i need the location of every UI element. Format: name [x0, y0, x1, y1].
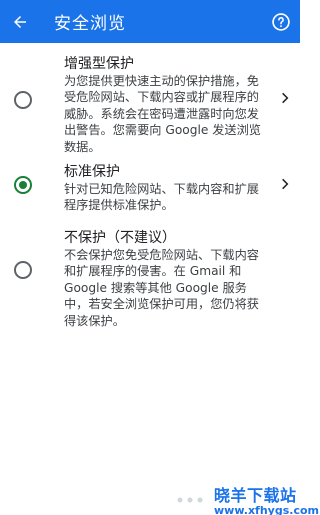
option-standard-protection[interactable]: 标准保护 针对已知危险网站、下载内容和扩展程序提供标准保护。 — [0, 160, 300, 215]
option-title: 不保护（不建议） — [64, 230, 176, 246]
option-enhanced-protection[interactable]: 增强型保护 为您提供更快速主动的保护措施，免受危险网站、下载内容或扩展程序的威胁… — [0, 52, 300, 172]
radio-standard-protection[interactable] — [14, 176, 32, 194]
help-button[interactable] — [270, 11, 292, 33]
option-no-protection[interactable]: 不保护（不建议） 不会保护您免受危险网站、下载内容和扩展程序的侵害。在 Gmai… — [0, 226, 300, 331]
arrow-left-icon — [14, 15, 26, 28]
app-bar: 安全浏览 — [0, 0, 300, 43]
option-description: 针对已知危险网站、下载内容和扩展程序提供标准保护。 — [64, 182, 259, 213]
option-description: 为您提供更快速主动的保护措施，免受危险网站、下载内容或扩展程序的威胁。系统会在密… — [64, 74, 261, 154]
radio-no-protection[interactable] — [14, 261, 32, 279]
option-title: 增强型保护 — [64, 56, 134, 72]
back-button[interactable] — [0, 0, 40, 43]
watermark-brand: 晓羊下载站 — [214, 486, 297, 505]
page-title: 安全浏览 — [54, 14, 126, 34]
dots-decoration — [177, 497, 203, 503]
watermark-url: www.xfhygs.com — [214, 504, 319, 515]
option-title: 标准保护 — [64, 164, 120, 180]
radio-enhanced-protection[interactable] — [14, 91, 32, 109]
option-description: 不会保护您免受危险网站、下载内容和扩展程序的侵害。在 Gmail 和 Googl… — [64, 248, 259, 328]
chevron-right-icon[interactable] — [278, 177, 292, 191]
help-circle-icon — [272, 13, 290, 31]
watermark-logo: 晓羊下载站 www.xfhygs.com — [214, 482, 319, 515]
chevron-right-icon[interactable] — [278, 91, 292, 105]
